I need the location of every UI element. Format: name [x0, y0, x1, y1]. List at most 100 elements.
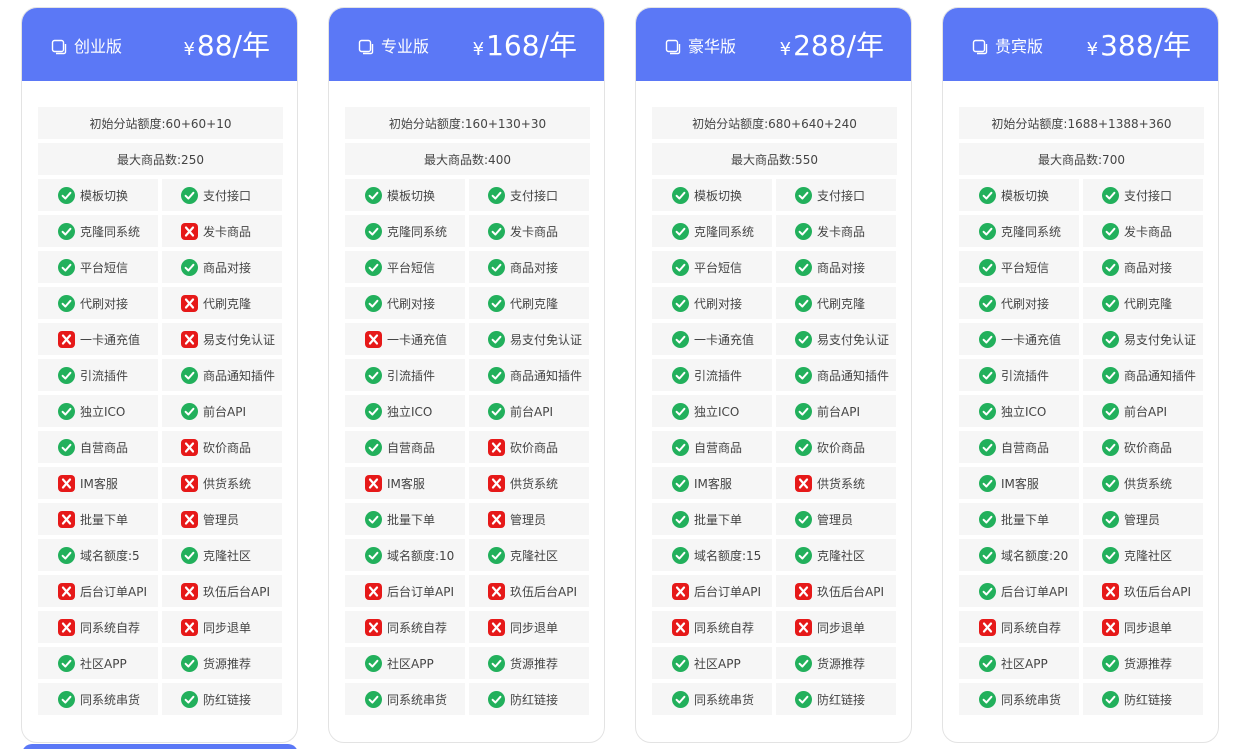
plan-card[interactable]: 创业版 ¥88/年 初始分站额度:60+60+10 最大商品数:250 模板切换 支付接口…	[21, 7, 298, 743]
feature-label: 平台短信	[1001, 260, 1050, 275]
feature-row: 代刷对接 代刷克隆	[652, 287, 897, 319]
cross-icon	[488, 618, 505, 636]
cross-icon	[58, 474, 75, 492]
feature-label: 商品对接	[1124, 260, 1173, 275]
feature-item: 克隆社区	[469, 539, 589, 571]
cross-icon	[488, 510, 505, 528]
check-icon	[365, 366, 382, 384]
max-products: 最大商品数:400	[345, 143, 590, 175]
feature-item: 同系统自荐	[959, 611, 1079, 643]
check-icon	[979, 582, 996, 600]
feature-row: 自营商品 砍价商品	[38, 431, 283, 463]
feature-label: 商品对接	[510, 260, 559, 275]
feature-label: 独立ICO	[387, 404, 433, 419]
plan-card-header: 贵宾版 ¥388/年	[943, 8, 1218, 81]
feature-item: 砍价商品	[1083, 431, 1203, 463]
feature-label: 防红链接	[203, 692, 252, 707]
plan-name: 专业版	[381, 37, 430, 56]
feature-item: 社区APP	[345, 647, 465, 679]
cross-icon	[58, 618, 75, 636]
plan-card[interactable]: 豪华版 ¥288/年 初始分站额度:680+640+240 最大商品数:550 模板切换…	[635, 7, 912, 743]
feature-row: 后台订单API 玖伍后台API	[652, 575, 897, 607]
feature-label: 克隆社区	[1124, 548, 1173, 563]
check-icon	[1102, 546, 1119, 564]
cross-icon	[58, 510, 75, 528]
feature-label: 同系统串货	[387, 692, 448, 707]
feature-item: 自营商品	[652, 431, 772, 463]
cross-icon	[1102, 582, 1119, 600]
feature-item: 商品对接	[469, 251, 589, 283]
plan-copy-icon	[51, 39, 67, 54]
feature-row: 域名额度:5 克隆社区	[38, 539, 283, 571]
feature-label: 代刷对接	[1001, 296, 1050, 311]
feature-row: 模板切换 支付接口	[38, 179, 283, 211]
check-icon	[365, 258, 382, 276]
cross-icon	[795, 474, 812, 492]
feature-label: 同系统自荐	[1001, 620, 1062, 635]
feature-label: 独立ICO	[694, 404, 740, 419]
feature-item: 平台短信	[652, 251, 772, 283]
feature-item: 模板切换	[959, 179, 1079, 211]
feature-label: 商品通知插件	[1124, 368, 1197, 383]
check-icon	[58, 294, 75, 312]
feature-row: 引流插件 商品通知插件	[38, 359, 283, 391]
feature-row: 社区APP 货源推荐	[345, 647, 590, 679]
feature-item: 管理员	[776, 503, 896, 535]
check-icon	[795, 258, 812, 276]
feature-item: 商品通知插件	[776, 359, 896, 391]
check-icon	[58, 186, 75, 204]
plan-title: 专业版	[358, 36, 429, 58]
feature-label: 后台订单API	[387, 584, 454, 599]
feature-item: 同系统自荐	[652, 611, 772, 643]
feature-row: 克隆同系统 发卡商品	[652, 215, 897, 247]
feature-row: 自营商品 砍价商品	[652, 431, 897, 463]
feature-item: 自营商品	[345, 431, 465, 463]
feature-item: 代刷克隆	[1083, 287, 1203, 319]
feature-item: 货源推荐	[469, 647, 589, 679]
feature-label: 独立ICO	[80, 404, 126, 419]
cross-icon	[488, 582, 505, 600]
plan-copy-icon	[665, 39, 681, 54]
check-icon	[488, 690, 505, 708]
feature-item: 防红链接	[776, 683, 896, 715]
feature-row: 域名额度:20 克隆社区	[959, 539, 1204, 571]
plan-copy-icon	[358, 39, 374, 54]
check-icon	[672, 258, 689, 276]
cross-icon	[181, 582, 198, 600]
plan-name: 创业版	[74, 37, 123, 56]
feature-item: 支付接口	[776, 179, 896, 211]
feature-item: 一卡通充值	[38, 323, 158, 355]
feature-label: 一卡通充值	[80, 332, 141, 347]
check-icon	[979, 402, 996, 420]
plan-price: ¥88/年	[183, 28, 270, 68]
feature-label: 砍价商品	[510, 440, 559, 455]
feature-item: 商品通知插件	[469, 359, 589, 391]
feature-item: 货源推荐	[776, 647, 896, 679]
check-icon	[488, 402, 505, 420]
feature-label: 管理员	[1124, 512, 1161, 527]
feature-item: 易支付免认证	[162, 323, 282, 355]
check-icon	[365, 402, 382, 420]
check-icon	[488, 294, 505, 312]
feature-row: 自营商品 砍价商品	[959, 431, 1204, 463]
plan-card[interactable]: 专业版 ¥168/年 初始分站额度:160+130+30 最大商品数:400 模板切换 支…	[328, 7, 605, 743]
feature-label: 易支付免认证	[817, 332, 890, 347]
plan-card[interactable]: 贵宾版 ¥388/年 初始分站额度:1688+1388+360 最大商品数:700 模板…	[942, 7, 1219, 743]
cross-icon	[795, 618, 812, 636]
feature-item: 模板切换	[345, 179, 465, 211]
feature-row: 域名额度:15 克隆社区	[652, 539, 897, 571]
check-icon	[672, 510, 689, 528]
feature-label: 发卡商品	[510, 224, 559, 239]
plan-name: 贵宾版	[995, 37, 1044, 56]
check-icon	[365, 510, 382, 528]
feature-label: 前台API	[817, 404, 860, 419]
feature-label: 独立ICO	[1001, 404, 1047, 419]
feature-item: 同系统自荐	[38, 611, 158, 643]
feature-row: 模板切换 支付接口	[652, 179, 897, 211]
feature-label: 克隆社区	[203, 548, 252, 563]
check-icon	[795, 546, 812, 564]
feature-row: 代刷对接 代刷克隆	[959, 287, 1204, 319]
pricing-page: 创业版 ¥88/年 初始分站额度:60+60+10 最大商品数:250 模板切换 支付接口…	[0, 0, 1239, 749]
check-icon	[181, 402, 198, 420]
check-icon	[1102, 474, 1119, 492]
